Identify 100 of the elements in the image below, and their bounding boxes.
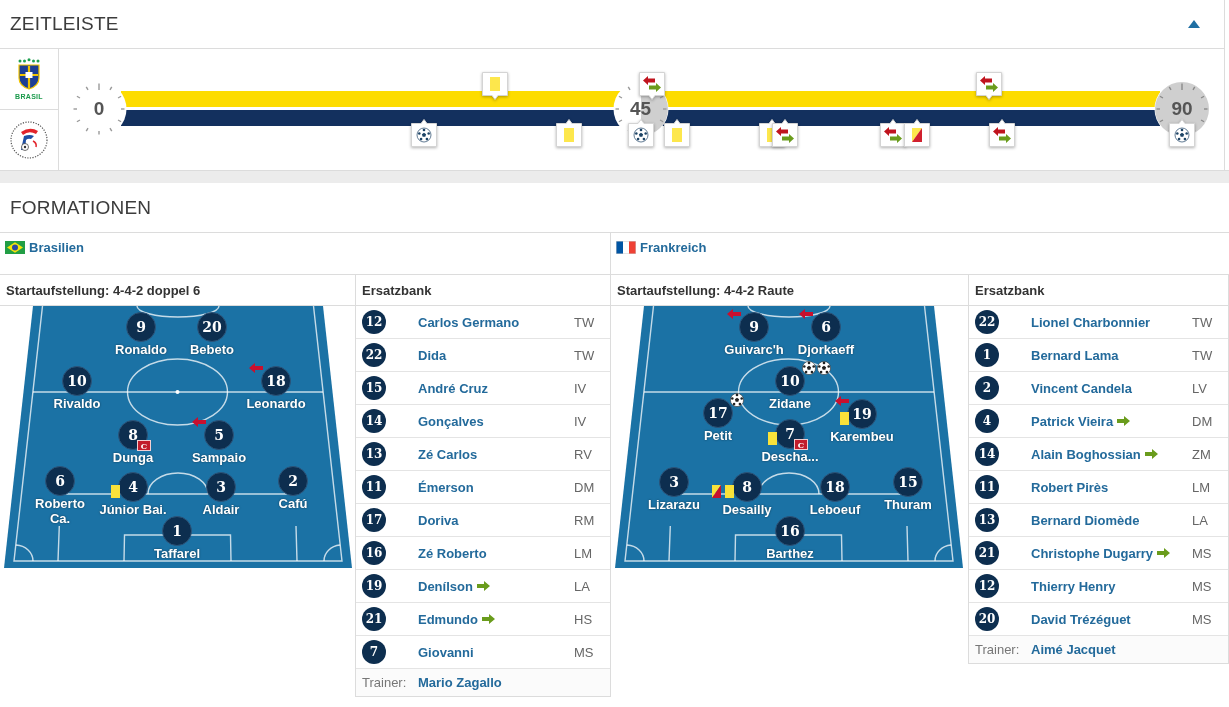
flag-icon	[616, 241, 636, 254]
minute-label: 90	[1171, 100, 1193, 118]
jersey-number: 2	[975, 376, 999, 400]
captain-armband: C	[137, 440, 151, 451]
player-name[interactable]: Aldair	[202, 502, 240, 517]
jersey-number: 11	[975, 475, 999, 499]
left-arrow-icon	[835, 396, 849, 406]
jersey-number: 14	[362, 409, 386, 433]
jersey-number: 7	[362, 640, 386, 664]
position-code: MS	[1192, 545, 1213, 561]
team-name-link[interactable]: Brasilien	[29, 241, 84, 255]
player-name[interactable]: Petit	[703, 428, 733, 443]
crest-logo	[9, 119, 49, 161]
position-code: TW	[1192, 347, 1214, 363]
jersey-number: 22	[362, 343, 386, 367]
player-name-link[interactable]: Denílson	[418, 578, 473, 594]
jersey-number: 4	[975, 409, 999, 433]
player-name[interactable]: Descha...	[761, 449, 819, 464]
position-code: LM	[1192, 479, 1212, 495]
soccer-ball-icon	[730, 393, 744, 407]
position-code: TW	[574, 314, 596, 330]
section-title: ZEITLEISTE	[10, 12, 119, 36]
player-name-link[interactable]: Robert Pirès	[1031, 479, 1109, 495]
booking-card-icon	[490, 77, 501, 91]
player-name-link[interactable]: Edmundo	[418, 611, 478, 627]
position-code: LM	[574, 545, 594, 561]
player-name[interactable]: Djorkaeff	[797, 342, 855, 357]
player-name[interactable]: Roberto Ca.	[25, 496, 95, 526]
player-name[interactable]: Júnior Bai.	[99, 502, 167, 517]
team-name-link[interactable]: Frankreich	[640, 241, 707, 255]
substitution-arrows-icon	[883, 127, 902, 143]
jersey-number: 1	[975, 343, 999, 367]
position-code: RM	[574, 512, 596, 528]
crest-logo	[16, 57, 42, 90]
player-name-link[interactable]: Doriva	[418, 512, 459, 528]
player-name-link[interactable]: Patrick Vieira	[1031, 413, 1114, 429]
player-name[interactable]: Lizarazu	[648, 497, 700, 512]
player-name[interactable]: Leonardo	[246, 396, 306, 411]
player-name[interactable]: Thuram	[884, 497, 932, 512]
player-name-link[interactable]: Alain Boghossian	[1031, 446, 1141, 462]
player-name-link[interactable]: David Trézéguet	[1031, 611, 1131, 627]
player-name-link[interactable]: Carlos Germano	[418, 314, 520, 330]
player-name-link[interactable]: Zé Carlos	[418, 446, 478, 462]
player-name-link[interactable]: Émerson	[418, 479, 474, 495]
player-name-link[interactable]: Bernard Diomède	[1031, 512, 1140, 528]
player-name[interactable]: Desailly	[722, 502, 772, 517]
two-tone-card-icon	[712, 485, 721, 498]
player-name-link[interactable]: André Cruz	[418, 380, 489, 396]
section-title: FORMATIONEN	[10, 195, 152, 220]
column-heading: Ersatzbank	[356, 275, 610, 306]
position-code: DM	[1192, 413, 1214, 429]
player-name-link[interactable]: Giovanni	[418, 644, 474, 660]
player-name[interactable]: Bebeto	[189, 342, 235, 357]
trainer-name-link[interactable]: Aimé Jacquet	[1031, 642, 1228, 657]
player-name-link[interactable]: Zé Roberto	[418, 545, 487, 561]
left-arrow-icon	[799, 309, 813, 319]
player-name[interactable]: Leboeuf	[809, 502, 861, 517]
player-name-link[interactable]: Thierry Henry	[1031, 578, 1116, 594]
left-arrow-icon	[727, 309, 741, 319]
position-code: IV	[574, 413, 588, 429]
player-name[interactable]: Guivarc'h	[724, 342, 784, 357]
minute-label: 0	[93, 100, 105, 118]
player-name[interactable]: Rivaldo	[53, 396, 101, 411]
booking-card-icon	[725, 485, 734, 498]
position-code: HS	[574, 611, 594, 627]
player-name-link[interactable]: Lionel Charbonnier	[1031, 314, 1151, 330]
player-name[interactable]: Dunga	[112, 450, 154, 465]
soccer-ball-icon	[1174, 127, 1190, 143]
player-name-link[interactable]: Christophe Dugarry	[1031, 545, 1154, 561]
player-name-link[interactable]: Gonçalves	[418, 413, 484, 429]
jersey-number: 20	[975, 607, 999, 631]
column-heading: Ersatzbank	[969, 275, 1228, 306]
jersey-number: 14	[975, 442, 999, 466]
player-name[interactable]: Karembeu	[830, 429, 894, 444]
player-name[interactable]: Ronaldo	[115, 342, 167, 357]
position-code: TW	[1192, 314, 1214, 330]
player-name[interactable]: Cafú	[278, 496, 308, 511]
left-arrow-icon	[249, 363, 263, 373]
substitution-arrows-icon	[993, 127, 1012, 143]
position-code: DM	[574, 479, 596, 495]
player-name-link[interactable]: Vincent Candela	[1031, 380, 1132, 396]
jersey-number: 15	[362, 376, 386, 400]
two-tone-card-icon	[911, 128, 922, 142]
player-name-link[interactable]: Bernard Lama	[1031, 347, 1119, 363]
player-name[interactable]: Barthez	[766, 546, 814, 561]
position-code: RV	[574, 446, 593, 462]
player-name-link[interactable]: Dida	[418, 347, 447, 363]
jersey-number: 17	[362, 508, 386, 532]
position-code: LA	[574, 578, 591, 594]
minute-label: 45	[629, 100, 652, 118]
soccer-ball-icon	[802, 361, 816, 375]
position-code: MS	[574, 644, 595, 660]
trainer-name-link[interactable]: Mario Zagallo	[418, 675, 610, 690]
player-name[interactable]: Sampaio	[191, 450, 247, 465]
player-name[interactable]: Taffarel	[154, 546, 200, 561]
substitution-arrows-icon	[775, 127, 794, 143]
player-name[interactable]: Zidane	[769, 396, 811, 411]
position-code: MS	[1192, 611, 1213, 627]
booking-card-icon	[672, 128, 683, 142]
jersey-number: 12	[975, 574, 999, 598]
